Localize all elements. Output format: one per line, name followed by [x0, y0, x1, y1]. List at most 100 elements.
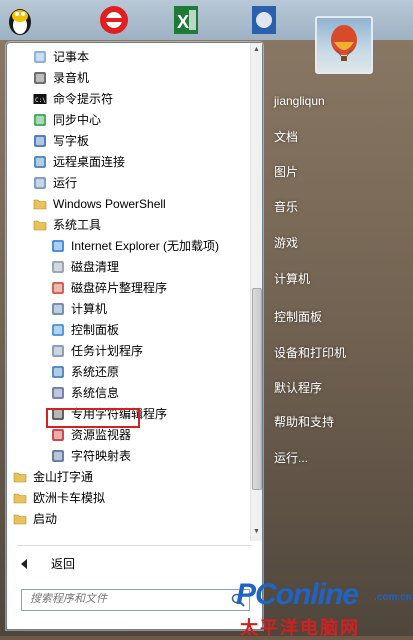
right-panel-item[interactable]: 默认程序 — [274, 379, 322, 396]
program-label: 磁盘碎片整理程序 — [71, 281, 168, 295]
right-panel-item[interactable]: 帮助和支持 — [274, 413, 334, 430]
program-item[interactable]: 启动 — [7, 509, 247, 530]
folder-icon — [13, 512, 27, 526]
pconline-watermark: PConline .com.cn 太平洋电脑网 — [236, 578, 412, 638]
user-avatar[interactable] — [315, 16, 373, 74]
right-panel-item[interactable]: 文档 — [274, 128, 298, 145]
notepad-icon — [33, 50, 47, 64]
right-panel-item[interactable]: 计算机 — [274, 270, 310, 287]
all-programs-list: 记事本录音机 C:\ 命令提示符同步中心写字板远程桌面连接 运行 Windows Pow… — [7, 43, 250, 541]
program-label: 录音机 — [53, 71, 90, 85]
program-label: 控制面板 — [71, 323, 120, 337]
back-button[interactable]: 返回 — [21, 553, 121, 575]
wordpad-icon — [33, 134, 47, 148]
resource-monitor-icon — [51, 428, 65, 442]
program-item[interactable]: 磁盘清理 — [7, 257, 247, 278]
program-item[interactable]: 控制面板 — [7, 320, 247, 341]
search-box[interactable] — [21, 589, 250, 611]
program-label: 命令提示符 — [53, 92, 114, 106]
watermark-cn-name: 太平洋电脑网 — [240, 618, 360, 638]
highlight-box — [46, 408, 140, 428]
program-label: 记事本 — [53, 50, 90, 64]
folder-icon — [33, 197, 47, 211]
program-label: 同步中心 — [53, 113, 102, 127]
system-info-icon — [51, 386, 65, 400]
defragmenter-icon — [51, 281, 65, 295]
program-item[interactable]: 字符映射表 — [7, 446, 247, 467]
red-browser-icon[interactable] — [96, 2, 132, 38]
programs-scrollbar[interactable]: ▲ ▼ — [250, 43, 262, 541]
hot-air-balloon-icon — [331, 25, 357, 61]
excel-icon[interactable]: X — [168, 2, 204, 38]
program-label: 系统工具 — [53, 218, 102, 232]
right-panel-item[interactable]: 运行... — [274, 449, 308, 466]
program-label: 资源监视器 — [71, 428, 132, 442]
disk-cleanup-icon — [51, 260, 65, 274]
back-label: 返回 — [51, 557, 76, 571]
program-label: Internet Explorer (无加载项) — [71, 239, 220, 253]
control-panel-icon — [51, 323, 65, 337]
program-label: 欧洲卡车模拟 — [33, 491, 106, 505]
run-icon — [33, 176, 47, 190]
character-map-icon — [51, 449, 65, 463]
cmd-icon: C:\ — [33, 92, 47, 106]
program-label: 系统还原 — [71, 365, 120, 379]
program-item[interactable]: 系统还原 — [7, 362, 247, 383]
folder-open-icon — [33, 218, 47, 232]
program-item[interactable]: 计算机 — [7, 299, 247, 320]
divider — [17, 545, 252, 546]
scroll-up-arrow-icon[interactable]: ▲ — [252, 45, 261, 55]
program-item[interactable]: 写字板 — [7, 131, 247, 152]
program-item[interactable]: 任务计划程序 — [7, 341, 247, 362]
program-label: 系统信息 — [71, 386, 120, 400]
program-label: Windows PowerShell — [53, 197, 166, 211]
program-item[interactable]: 欧洲卡车模拟 — [7, 488, 247, 509]
right-panel-item[interactable]: 图片 — [274, 163, 298, 180]
program-item[interactable]: 磁盘碎片整理程序 — [7, 278, 247, 299]
search-input[interactable] — [22, 590, 230, 608]
program-item[interactable]: 运行 — [7, 173, 247, 194]
back-arrow-icon — [21, 559, 27, 569]
folder-icon — [13, 491, 27, 505]
internet-explorer-icon — [51, 239, 65, 253]
scroll-down-arrow-icon[interactable]: ▼ — [252, 527, 261, 537]
program-item[interactable]: 同步中心 — [7, 110, 247, 131]
remote-desktop-icon — [33, 155, 47, 169]
program-item[interactable]: 系统工具 — [7, 215, 247, 236]
right-panel-item[interactable]: 音乐 — [274, 198, 298, 215]
program-label: 启动 — [33, 512, 58, 526]
program-item[interactable]: Windows PowerShell — [7, 194, 247, 215]
system-restore-icon — [51, 365, 65, 379]
program-label: 运行 — [53, 176, 78, 190]
svg-text:C:\: C:\ — [35, 97, 46, 104]
watermark-brand: PConline — [236, 578, 359, 611]
program-label: 字符映射表 — [71, 449, 132, 463]
program-label: 金山打字通 — [33, 470, 94, 484]
svg-text:X: X — [177, 12, 189, 32]
program-item[interactable]: Internet Explorer (无加载项) — [7, 236, 247, 257]
scroll-thumb[interactable] — [252, 288, 262, 490]
user-name-link[interactable]: jiangliqun — [274, 94, 325, 108]
program-label: 磁盘清理 — [71, 260, 120, 274]
program-label: 计算机 — [71, 302, 108, 316]
task-scheduler-icon — [51, 344, 65, 358]
program-item[interactable]: C:\ 命令提示符 — [7, 89, 247, 110]
right-panel-item[interactable]: 游戏 — [274, 234, 298, 251]
program-item[interactable]: 录音机 — [7, 68, 247, 89]
computer-icon — [51, 302, 65, 316]
program-item[interactable]: 记事本 — [7, 47, 247, 68]
right-panel-item[interactable]: 控制面板 — [274, 308, 322, 325]
sync-center-icon — [33, 113, 47, 127]
program-item[interactable]: 金山打字通 — [7, 467, 247, 488]
program-item[interactable]: 远程桌面连接 — [7, 152, 247, 173]
folder-icon — [13, 470, 27, 484]
program-label: 任务计划程序 — [71, 344, 144, 358]
program-label: 远程桌面连接 — [53, 155, 126, 169]
program-item[interactable]: 资源监视器 — [7, 425, 247, 446]
right-panel-item[interactable]: 设备和打印机 — [274, 344, 346, 361]
program-item[interactable]: 系统信息 — [7, 383, 247, 404]
start-menu-programs-panel: 记事本录音机 C:\ 命令提示符同步中心写字板远程桌面连接 运行 Windows Pow… — [6, 42, 263, 630]
qq-penguin-icon[interactable] — [2, 2, 38, 38]
basketball-app-icon[interactable] — [246, 2, 282, 38]
program-label: 写字板 — [53, 134, 90, 148]
